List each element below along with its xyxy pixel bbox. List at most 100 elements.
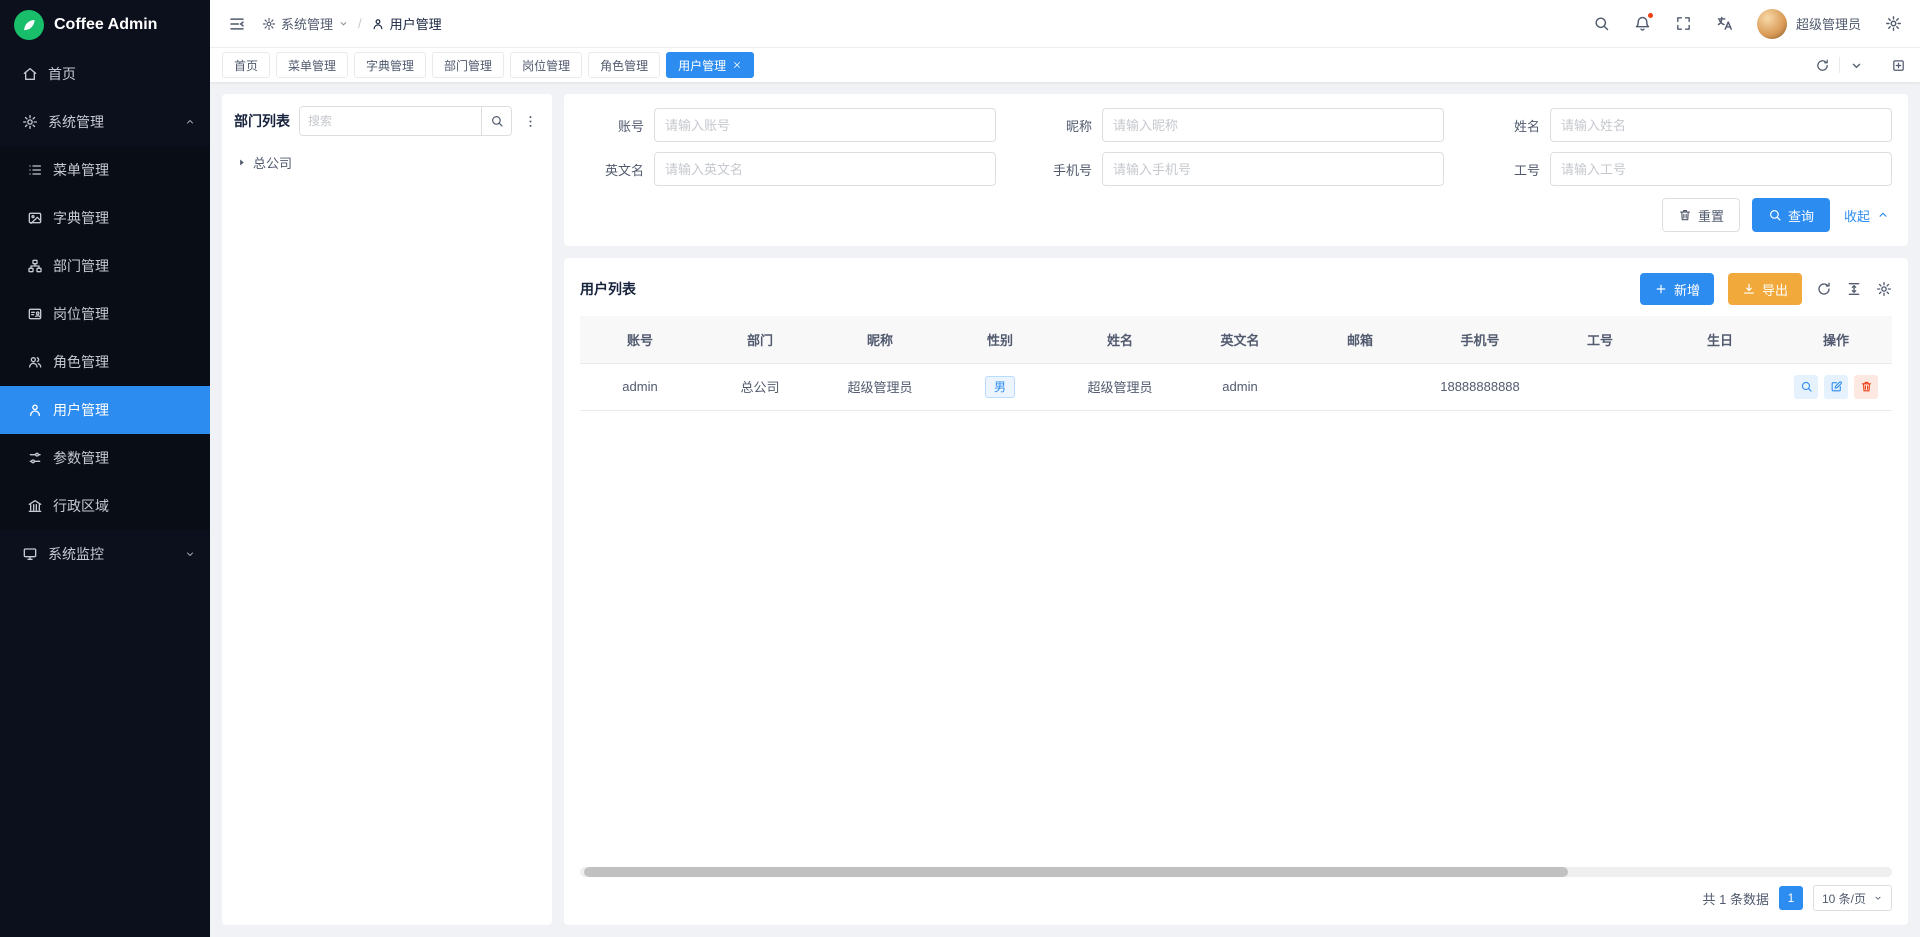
table-settings-gear-icon[interactable] xyxy=(1876,281,1892,297)
tab-post-management[interactable]: 岗位管理 xyxy=(510,52,582,78)
tab-user-management[interactable]: 用户管理 xyxy=(666,52,754,78)
sidebar-item-menu-management[interactable]: 菜单管理 xyxy=(0,146,210,194)
notification-bell-icon[interactable] xyxy=(1634,15,1651,32)
more-options-icon[interactable] xyxy=(521,112,540,131)
tab-label: 首页 xyxy=(234,57,258,74)
search-icon xyxy=(1768,208,1782,222)
column-header-birthday: 生日 xyxy=(1660,316,1780,363)
collapse-button[interactable]: 收起 xyxy=(1842,198,1892,232)
sidebar-item-param-management[interactable]: 参数管理 xyxy=(0,434,210,482)
breadcrumb-separator: / xyxy=(358,16,362,31)
view-icon[interactable] xyxy=(1794,375,1818,399)
cell-en_name: admin xyxy=(1180,363,1300,410)
user-list-title: 用户列表 xyxy=(580,279,636,299)
column-header-work_no: 工号 xyxy=(1540,316,1660,363)
tab-actions xyxy=(1806,57,1873,73)
tabbar: 首页 菜单管理 字典管理部门管理岗位管理角色管理用户管理 xyxy=(210,48,1920,82)
notification-dot xyxy=(1647,12,1654,19)
tab-role-management[interactable]: 角色管理 xyxy=(588,52,660,78)
search-icon[interactable] xyxy=(1593,15,1610,32)
column-header-dept: 部门 xyxy=(700,316,820,363)
chevron-down-icon xyxy=(1873,893,1883,903)
sidebar-item-post-management[interactable]: 岗位管理 xyxy=(0,290,210,338)
account-input[interactable] xyxy=(654,108,996,142)
page-size-select[interactable]: 10 条/页 xyxy=(1813,885,1892,911)
sidebar-item-system-monitor[interactable]: 系统监控 xyxy=(0,530,210,578)
sidebar-item-label: 菜单管理 xyxy=(53,160,109,180)
sidebar-item-user-management[interactable]: 用户管理 xyxy=(0,386,210,434)
menu-fold-icon[interactable] xyxy=(228,15,246,33)
form-field-account: 账号 xyxy=(572,108,996,142)
user-icon xyxy=(371,17,385,31)
search-icon xyxy=(490,114,504,128)
sidebar-item-label: 部门管理 xyxy=(53,256,109,276)
tab-label: 菜单管理 xyxy=(288,57,336,74)
tab-dict-management[interactable]: 字典管理 xyxy=(354,52,426,78)
breadcrumb-item-system[interactable]: 系统管理 xyxy=(262,14,349,33)
sidebar-item-system-management[interactable]: 系统管理 xyxy=(0,98,210,146)
phone-input[interactable] xyxy=(1102,152,1444,186)
chevron-down-icon xyxy=(338,18,349,29)
content-expand-icon[interactable] xyxy=(1889,58,1908,73)
topbar: 系统管理 / 用户管理 超级管理员 xyxy=(210,0,1920,48)
table-toolbar: 新增 导出 xyxy=(1640,273,1892,305)
cell-name: 超级管理员 xyxy=(1060,363,1180,410)
user-menu[interactable]: 超级管理员 xyxy=(1757,9,1861,39)
scrollbar-thumb[interactable] xyxy=(584,867,1568,877)
sidebar-item-dept-management[interactable]: 部门管理 xyxy=(0,242,210,290)
refresh-icon[interactable] xyxy=(1816,281,1832,297)
sidebar-item-role-management[interactable]: 角色管理 xyxy=(0,338,210,386)
tree-node-head-office[interactable]: 总公司 xyxy=(234,150,540,175)
column-height-icon[interactable] xyxy=(1846,281,1862,297)
tab-menu-management[interactable]: 菜单管理 xyxy=(276,52,348,78)
cell-birthday xyxy=(1660,363,1780,410)
tabs-dropdown-chevron-icon[interactable] xyxy=(1840,58,1873,73)
tab-list: 首页 菜单管理 字典管理部门管理岗位管理角色管理用户管理 xyxy=(222,52,754,78)
app-logo[interactable]: Coffee Admin xyxy=(0,0,210,50)
page-number-button[interactable]: 1 xyxy=(1779,886,1803,910)
org-icon xyxy=(27,258,43,274)
name-input[interactable] xyxy=(1550,108,1892,142)
translate-icon[interactable] xyxy=(1716,15,1733,32)
name-label: 姓名 xyxy=(1468,116,1540,135)
gear-icon xyxy=(262,17,276,31)
table-header-row: 账号部门昵称性别姓名英文名邮箱手机号工号生日操作 xyxy=(580,316,1892,363)
sidebar-item-label: 字典管理 xyxy=(53,208,109,228)
download-icon xyxy=(1742,282,1756,296)
fullscreen-icon[interactable] xyxy=(1675,15,1692,32)
sidebar-item-region-management[interactable]: 行政区域 xyxy=(0,482,210,530)
sidebar-item-label: 行政区域 xyxy=(53,496,109,516)
add-user-button[interactable]: 新增 xyxy=(1640,273,1714,305)
sidebar-item-label: 用户管理 xyxy=(53,400,109,420)
work-no-input[interactable] xyxy=(1550,152,1892,186)
en-name-input[interactable] xyxy=(654,152,996,186)
delete-icon[interactable] xyxy=(1854,375,1878,399)
edit-icon[interactable] xyxy=(1824,375,1848,399)
sidebar-item-dict-management[interactable]: 字典管理 xyxy=(0,194,210,242)
department-search-button[interactable] xyxy=(481,107,511,135)
sidebar-item-label: 角色管理 xyxy=(53,352,109,372)
cell-work_no xyxy=(1540,363,1660,410)
nickname-input[interactable] xyxy=(1102,108,1444,142)
work-area: 账号昵称姓名英文名手机号工号 重置 查询 收起 xyxy=(564,94,1908,925)
form-field-nickname: 昵称 xyxy=(1020,108,1444,142)
reset-button[interactable]: 重置 xyxy=(1662,198,1740,232)
sidebar-item-home[interactable]: 首页 xyxy=(0,50,210,98)
search-button[interactable]: 查询 xyxy=(1752,198,1830,232)
department-tree: 总公司 xyxy=(234,150,540,175)
export-button[interactable]: 导出 xyxy=(1728,273,1802,305)
list-icon xyxy=(27,162,43,178)
department-search-input[interactable] xyxy=(300,107,481,135)
sidebar: Coffee Admin 首页系统管理菜单管理字典管理部门管理岗位管理角色管理用… xyxy=(0,0,210,937)
cell-dept: 总公司 xyxy=(700,363,820,410)
app-root: Coffee Admin 首页系统管理菜单管理字典管理部门管理岗位管理角色管理用… xyxy=(0,0,1920,937)
column-header-email: 邮箱 xyxy=(1300,316,1420,363)
tab-dept-management[interactable]: 部门管理 xyxy=(432,52,504,78)
tab-home[interactable]: 首页 xyxy=(222,52,270,78)
department-search-group xyxy=(299,106,512,136)
close-icon[interactable] xyxy=(732,60,742,70)
caret-right-icon[interactable] xyxy=(236,157,247,168)
refresh-icon[interactable] xyxy=(1806,58,1839,73)
settings-gear-icon[interactable] xyxy=(1885,15,1902,32)
trash-icon xyxy=(1678,208,1692,222)
